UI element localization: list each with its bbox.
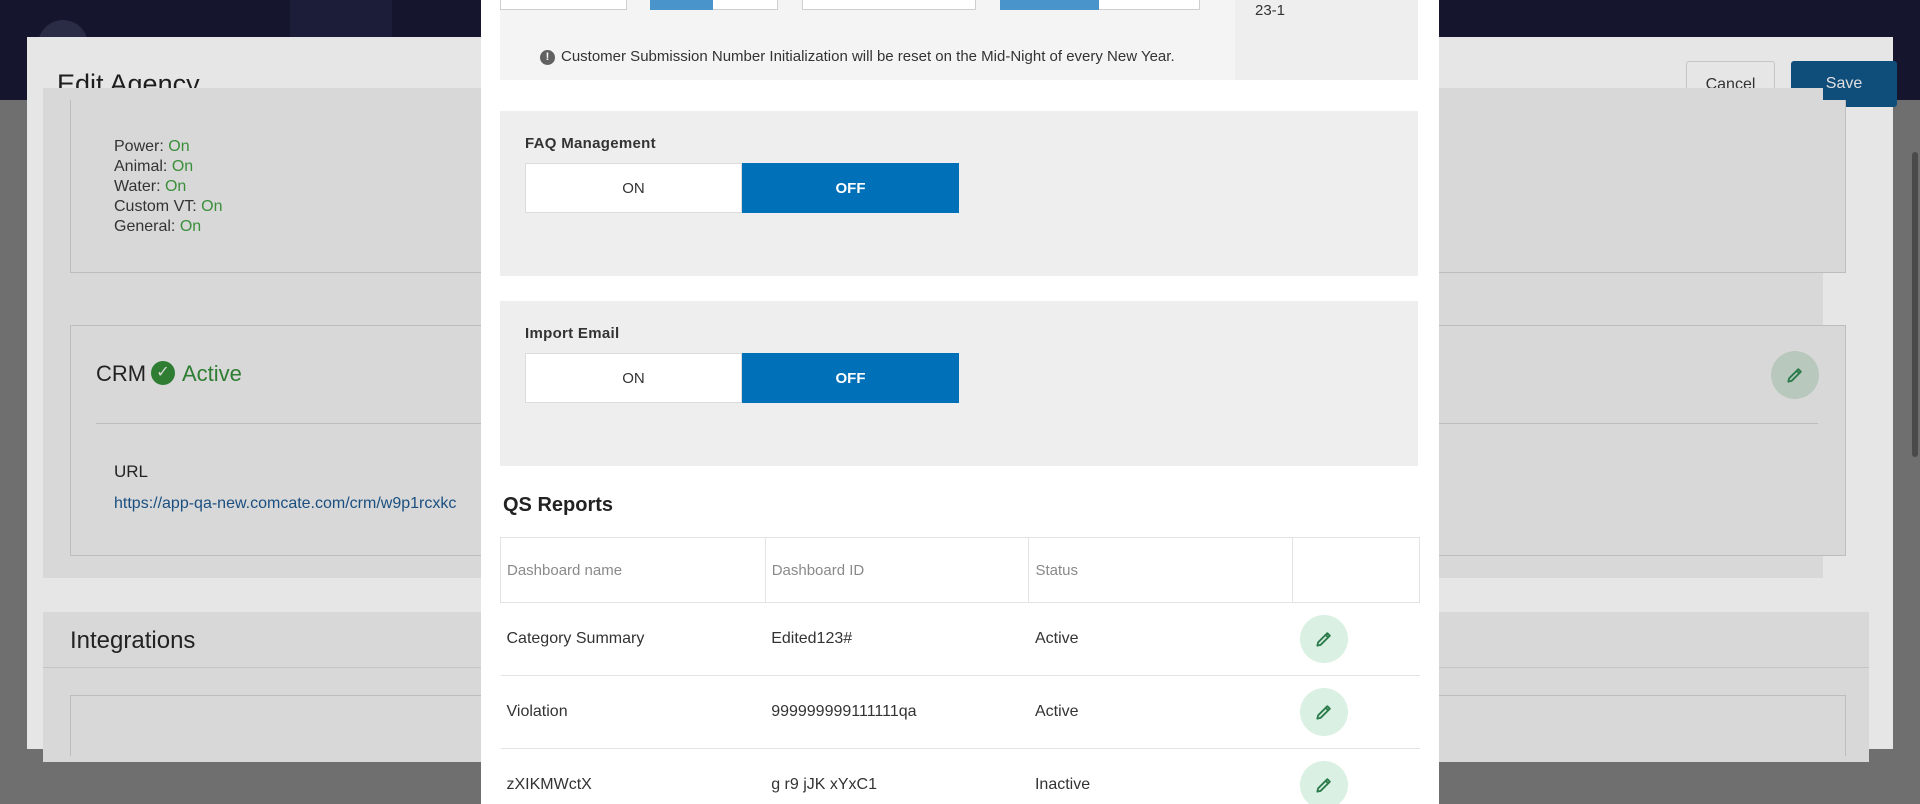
column-header: Dashboard name [500, 537, 766, 603]
dashboard-id-cell: Edited123# [765, 602, 1029, 676]
dashboard-id-cell: g r9 jJK xYxC1 [765, 748, 1029, 804]
faq-management-label: FAQ Management [525, 135, 656, 152]
edit-report-button[interactable] [1299, 761, 1348, 804]
action-cell [1292, 675, 1420, 749]
faq-off-button[interactable]: OFF [742, 163, 959, 213]
action-cell [1292, 602, 1420, 676]
info-text: Customer Submission Number Initializatio… [561, 48, 1175, 65]
crm-edit-button[interactable] [1771, 351, 1819, 399]
import-email-off-button[interactable]: OFF [742, 353, 959, 403]
status-cell: Active [1028, 602, 1293, 676]
dashboard-name-cell: Violation [500, 675, 766, 749]
status-cell: Active [1028, 675, 1293, 749]
crm-url-label: URL [114, 462, 149, 481]
crm-title: CRM [96, 361, 147, 386]
table-row: Category Summary Edited123# Active [500, 602, 1420, 676]
pencil-icon [1316, 632, 1331, 647]
faq-management-section: FAQ Management ON OFF [500, 111, 1418, 276]
crm-status-badge: Active [182, 361, 242, 386]
qs-reports-table: Dashboard name Dashboard ID Status Categ… [500, 537, 1420, 804]
import-email-section: Import Email ON OFF [500, 301, 1418, 466]
action-cell [1292, 748, 1420, 804]
faq-on-button[interactable]: ON [525, 163, 742, 213]
info-icon: ! [540, 50, 555, 65]
qs-reports-title: QS Reports [503, 494, 614, 516]
violation-type-item: Custom VT: On [114, 198, 223, 215]
integrations-title: Integrations [70, 627, 196, 654]
violation-type-item: Animal: On [114, 158, 194, 175]
edit-report-button[interactable] [1299, 615, 1348, 663]
toggle-selected[interactable] [650, 0, 713, 10]
dashboard-id-cell: 999999999111111qa [765, 675, 1029, 749]
table-row: Violation 999999999111111qa Active [500, 675, 1420, 749]
submission-number-value: 23-1 [1255, 2, 1286, 19]
table-header-row: Dashboard name Dashboard ID Status [500, 537, 1420, 603]
status-cell: Inactive [1028, 748, 1293, 804]
pencil-icon [1787, 368, 1802, 383]
table-row: zXIKMWctX g r9 jJK xYxC1 Inactive [500, 748, 1420, 804]
scrollbar-thumb[interactable] [1912, 152, 1918, 457]
import-email-label: Import Email [525, 325, 620, 342]
agency-settings-modal: ! Customer Submission Number Initializat… [481, 0, 1439, 804]
column-header: Status [1028, 537, 1294, 603]
input-field[interactable] [802, 0, 976, 10]
pencil-icon [1316, 778, 1331, 793]
check-circle-icon: ✓ [151, 361, 175, 385]
violation-type-item: Water: On [114, 178, 187, 195]
dashboard-name-cell: zXIKMWctX [500, 748, 766, 804]
crm-url-link[interactable]: https://app-qa-new.comcate.com/crm/w9p1r… [114, 495, 481, 513]
pencil-icon [1316, 705, 1331, 720]
violation-type-item: General: On [114, 218, 202, 235]
toggle-selected[interactable] [1000, 0, 1099, 10]
import-email-on-button[interactable]: ON [525, 353, 742, 403]
dashboard-name-cell: Category Summary [500, 602, 766, 676]
violation-type-item: Power: On [114, 138, 190, 155]
column-header [1292, 537, 1420, 603]
column-header: Dashboard ID [764, 537, 1030, 603]
edit-report-button[interactable] [1299, 688, 1348, 736]
input-field[interactable] [500, 0, 627, 10]
